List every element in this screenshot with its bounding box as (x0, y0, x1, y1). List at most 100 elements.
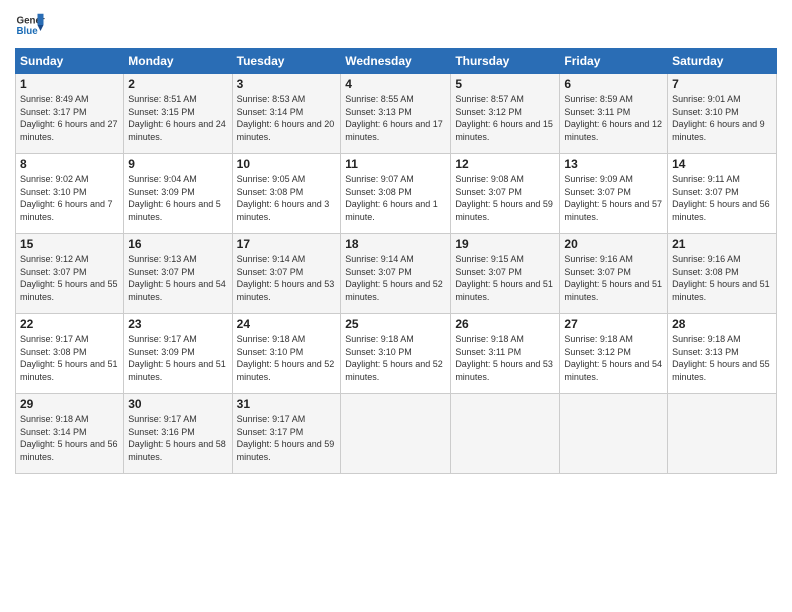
day-number: 30 (128, 397, 227, 411)
calendar-cell: 16 Sunrise: 9:13 AMSunset: 3:07 PMDayligh… (124, 234, 232, 314)
day-info: Sunrise: 9:09 AMSunset: 3:07 PMDaylight:… (564, 173, 663, 223)
calendar-cell: 12 Sunrise: 9:08 AMSunset: 3:07 PMDayligh… (451, 154, 560, 234)
week-row-1: 1Sunrise: 8:49 AMSunset: 3:17 PMDaylight… (16, 74, 777, 154)
day-number: 11 (345, 157, 446, 171)
day-info: Sunrise: 9:18 AMSunset: 3:12 PMDaylight:… (564, 333, 663, 383)
week-row-2: 8 Sunrise: 9:02 AMSunset: 3:10 PMDaylight… (16, 154, 777, 234)
calendar-cell: 25Sunrise: 9:18 AMSunset: 3:10 PMDayligh… (341, 314, 451, 394)
day-info: Sunrise: 9:01 AMSunset: 3:10 PMDaylight:… (672, 93, 772, 143)
calendar-cell (560, 394, 668, 474)
day-number: 18 (345, 237, 446, 251)
day-info: Sunrise: 8:49 AMSunset: 3:17 PMDaylight:… (20, 93, 119, 143)
calendar-cell: 26 Sunrise: 9:18 AMSunset: 3:11 PMDayligh… (451, 314, 560, 394)
day-info: Sunrise: 9:15 AMSunset: 3:07 PMDaylight:… (455, 253, 555, 303)
day-info: Sunrise: 9:18 AMSunset: 3:11 PMDaylight:… (455, 333, 555, 383)
day-info: Sunrise: 9:17 AMSunset: 3:16 PMDaylight:… (128, 413, 227, 463)
day-info: Sunrise: 9:18 AMSunset: 3:10 PMDaylight:… (237, 333, 337, 383)
header: General Blue (15, 10, 777, 40)
weekday-header-thursday: Thursday (451, 49, 560, 74)
calendar-cell: 31 Sunrise: 9:17 AMSunset: 3:17 PMDayligh… (232, 394, 341, 474)
calendar-cell: 20 Sunrise: 9:16 AMSunset: 3:07 PMDayligh… (560, 234, 668, 314)
calendar-cell: 8 Sunrise: 9:02 AMSunset: 3:10 PMDaylight… (16, 154, 124, 234)
week-row-3: 15 Sunrise: 9:12 AMSunset: 3:07 PMDayligh… (16, 234, 777, 314)
calendar-cell: 24 Sunrise: 9:18 AMSunset: 3:10 PMDayligh… (232, 314, 341, 394)
day-number: 6 (564, 77, 663, 91)
day-info: Sunrise: 9:05 AMSunset: 3:08 PMDaylight:… (237, 173, 337, 223)
day-info: Sunrise: 9:16 AMSunset: 3:08 PMDaylight:… (672, 253, 772, 303)
weekday-header-saturday: Saturday (668, 49, 777, 74)
calendar-cell: 28 Sunrise: 9:18 AMSunset: 3:13 PMDayligh… (668, 314, 777, 394)
calendar-cell: 13 Sunrise: 9:09 AMSunset: 3:07 PMDayligh… (560, 154, 668, 234)
day-info: Sunrise: 9:13 AMSunset: 3:07 PMDaylight:… (128, 253, 227, 303)
calendar-cell: 19Sunrise: 9:15 AMSunset: 3:07 PMDayligh… (451, 234, 560, 314)
calendar-cell (451, 394, 560, 474)
day-number: 3 (237, 77, 337, 91)
calendar-cell: 29 Sunrise: 9:18 AMSunset: 3:14 PMDayligh… (16, 394, 124, 474)
calendar-cell: 17 Sunrise: 9:14 AMSunset: 3:07 PMDayligh… (232, 234, 341, 314)
calendar-cell: 11 Sunrise: 9:07 AMSunset: 3:08 PMDayligh… (341, 154, 451, 234)
calendar-cell: 9 Sunrise: 9:04 AMSunset: 3:09 PMDaylight… (124, 154, 232, 234)
week-row-5: 29 Sunrise: 9:18 AMSunset: 3:14 PMDayligh… (16, 394, 777, 474)
calendar-cell: 27Sunrise: 9:18 AMSunset: 3:12 PMDayligh… (560, 314, 668, 394)
day-info: Sunrise: 9:17 AMSunset: 3:17 PMDaylight:… (237, 413, 337, 463)
day-info: Sunrise: 8:59 AMSunset: 3:11 PMDaylight:… (564, 93, 663, 143)
calendar-cell: 6 Sunrise: 8:59 AMSunset: 3:11 PMDaylight… (560, 74, 668, 154)
day-info: Sunrise: 9:17 AMSunset: 3:09 PMDaylight:… (128, 333, 227, 383)
day-info: Sunrise: 9:18 AMSunset: 3:13 PMDaylight:… (672, 333, 772, 383)
day-number: 16 (128, 237, 227, 251)
calendar-cell: 1Sunrise: 8:49 AMSunset: 3:17 PMDaylight… (16, 74, 124, 154)
day-info: Sunrise: 9:16 AMSunset: 3:07 PMDaylight:… (564, 253, 663, 303)
day-number: 8 (20, 157, 119, 171)
calendar-cell: 14Sunrise: 9:11 AMSunset: 3:07 PMDayligh… (668, 154, 777, 234)
calendar-cell (341, 394, 451, 474)
calendar-cell: 7Sunrise: 9:01 AMSunset: 3:10 PMDaylight… (668, 74, 777, 154)
weekday-header-row: SundayMondayTuesdayWednesdayThursdayFrid… (16, 49, 777, 74)
day-number: 23 (128, 317, 227, 331)
day-number: 24 (237, 317, 337, 331)
day-number: 15 (20, 237, 119, 251)
day-info: Sunrise: 9:18 AMSunset: 3:10 PMDaylight:… (345, 333, 446, 383)
svg-text:Blue: Blue (17, 26, 39, 37)
day-info: Sunrise: 9:07 AMSunset: 3:08 PMDaylight:… (345, 173, 446, 223)
day-info: Sunrise: 9:02 AMSunset: 3:10 PMDaylight:… (20, 173, 119, 223)
calendar-cell: 3 Sunrise: 8:53 AMSunset: 3:14 PMDaylight… (232, 74, 341, 154)
day-info: Sunrise: 9:04 AMSunset: 3:09 PMDaylight:… (128, 173, 227, 223)
day-info: Sunrise: 9:18 AMSunset: 3:14 PMDaylight:… (20, 413, 119, 463)
calendar-cell: 2 Sunrise: 8:51 AMSunset: 3:15 PMDaylight… (124, 74, 232, 154)
day-number: 29 (20, 397, 119, 411)
day-number: 5 (455, 77, 555, 91)
calendar-container: General Blue SundayMondayTuesdayWednesda… (0, 0, 792, 612)
day-number: 2 (128, 77, 227, 91)
calendar-cell (668, 394, 777, 474)
day-info: Sunrise: 8:51 AMSunset: 3:15 PMDaylight:… (128, 93, 227, 143)
day-info: Sunrise: 9:12 AMSunset: 3:07 PMDaylight:… (20, 253, 119, 303)
day-number: 13 (564, 157, 663, 171)
day-number: 9 (128, 157, 227, 171)
calendar-cell: 15 Sunrise: 9:12 AMSunset: 3:07 PMDayligh… (16, 234, 124, 314)
weekday-header-wednesday: Wednesday (341, 49, 451, 74)
day-number: 26 (455, 317, 555, 331)
day-number: 21 (672, 237, 772, 251)
calendar-table: SundayMondayTuesdayWednesdayThursdayFrid… (15, 48, 777, 474)
day-number: 28 (672, 317, 772, 331)
day-number: 20 (564, 237, 663, 251)
week-row-4: 22Sunrise: 9:17 AMSunset: 3:08 PMDayligh… (16, 314, 777, 394)
day-number: 4 (345, 77, 446, 91)
weekday-header-sunday: Sunday (16, 49, 124, 74)
day-info: Sunrise: 8:53 AMSunset: 3:14 PMDaylight:… (237, 93, 337, 143)
weekday-header-tuesday: Tuesday (232, 49, 341, 74)
day-info: Sunrise: 8:55 AMSunset: 3:13 PMDaylight:… (345, 93, 446, 143)
day-number: 31 (237, 397, 337, 411)
calendar-cell: 10 Sunrise: 9:05 AMSunset: 3:08 PMDayligh… (232, 154, 341, 234)
logo: General Blue (15, 10, 49, 40)
calendar-cell: 4 Sunrise: 8:55 AMSunset: 3:13 PMDaylight… (341, 74, 451, 154)
calendar-cell: 22Sunrise: 9:17 AMSunset: 3:08 PMDayligh… (16, 314, 124, 394)
calendar-cell: 21 Sunrise: 9:16 AMSunset: 3:08 PMDayligh… (668, 234, 777, 314)
day-number: 22 (20, 317, 119, 331)
day-number: 17 (237, 237, 337, 251)
day-number: 12 (455, 157, 555, 171)
day-info: Sunrise: 9:14 AMSunset: 3:07 PMDaylight:… (237, 253, 337, 303)
day-info: Sunrise: 9:08 AMSunset: 3:07 PMDaylight:… (455, 173, 555, 223)
day-number: 10 (237, 157, 337, 171)
calendar-cell: 18Sunrise: 9:14 AMSunset: 3:07 PMDayligh… (341, 234, 451, 314)
